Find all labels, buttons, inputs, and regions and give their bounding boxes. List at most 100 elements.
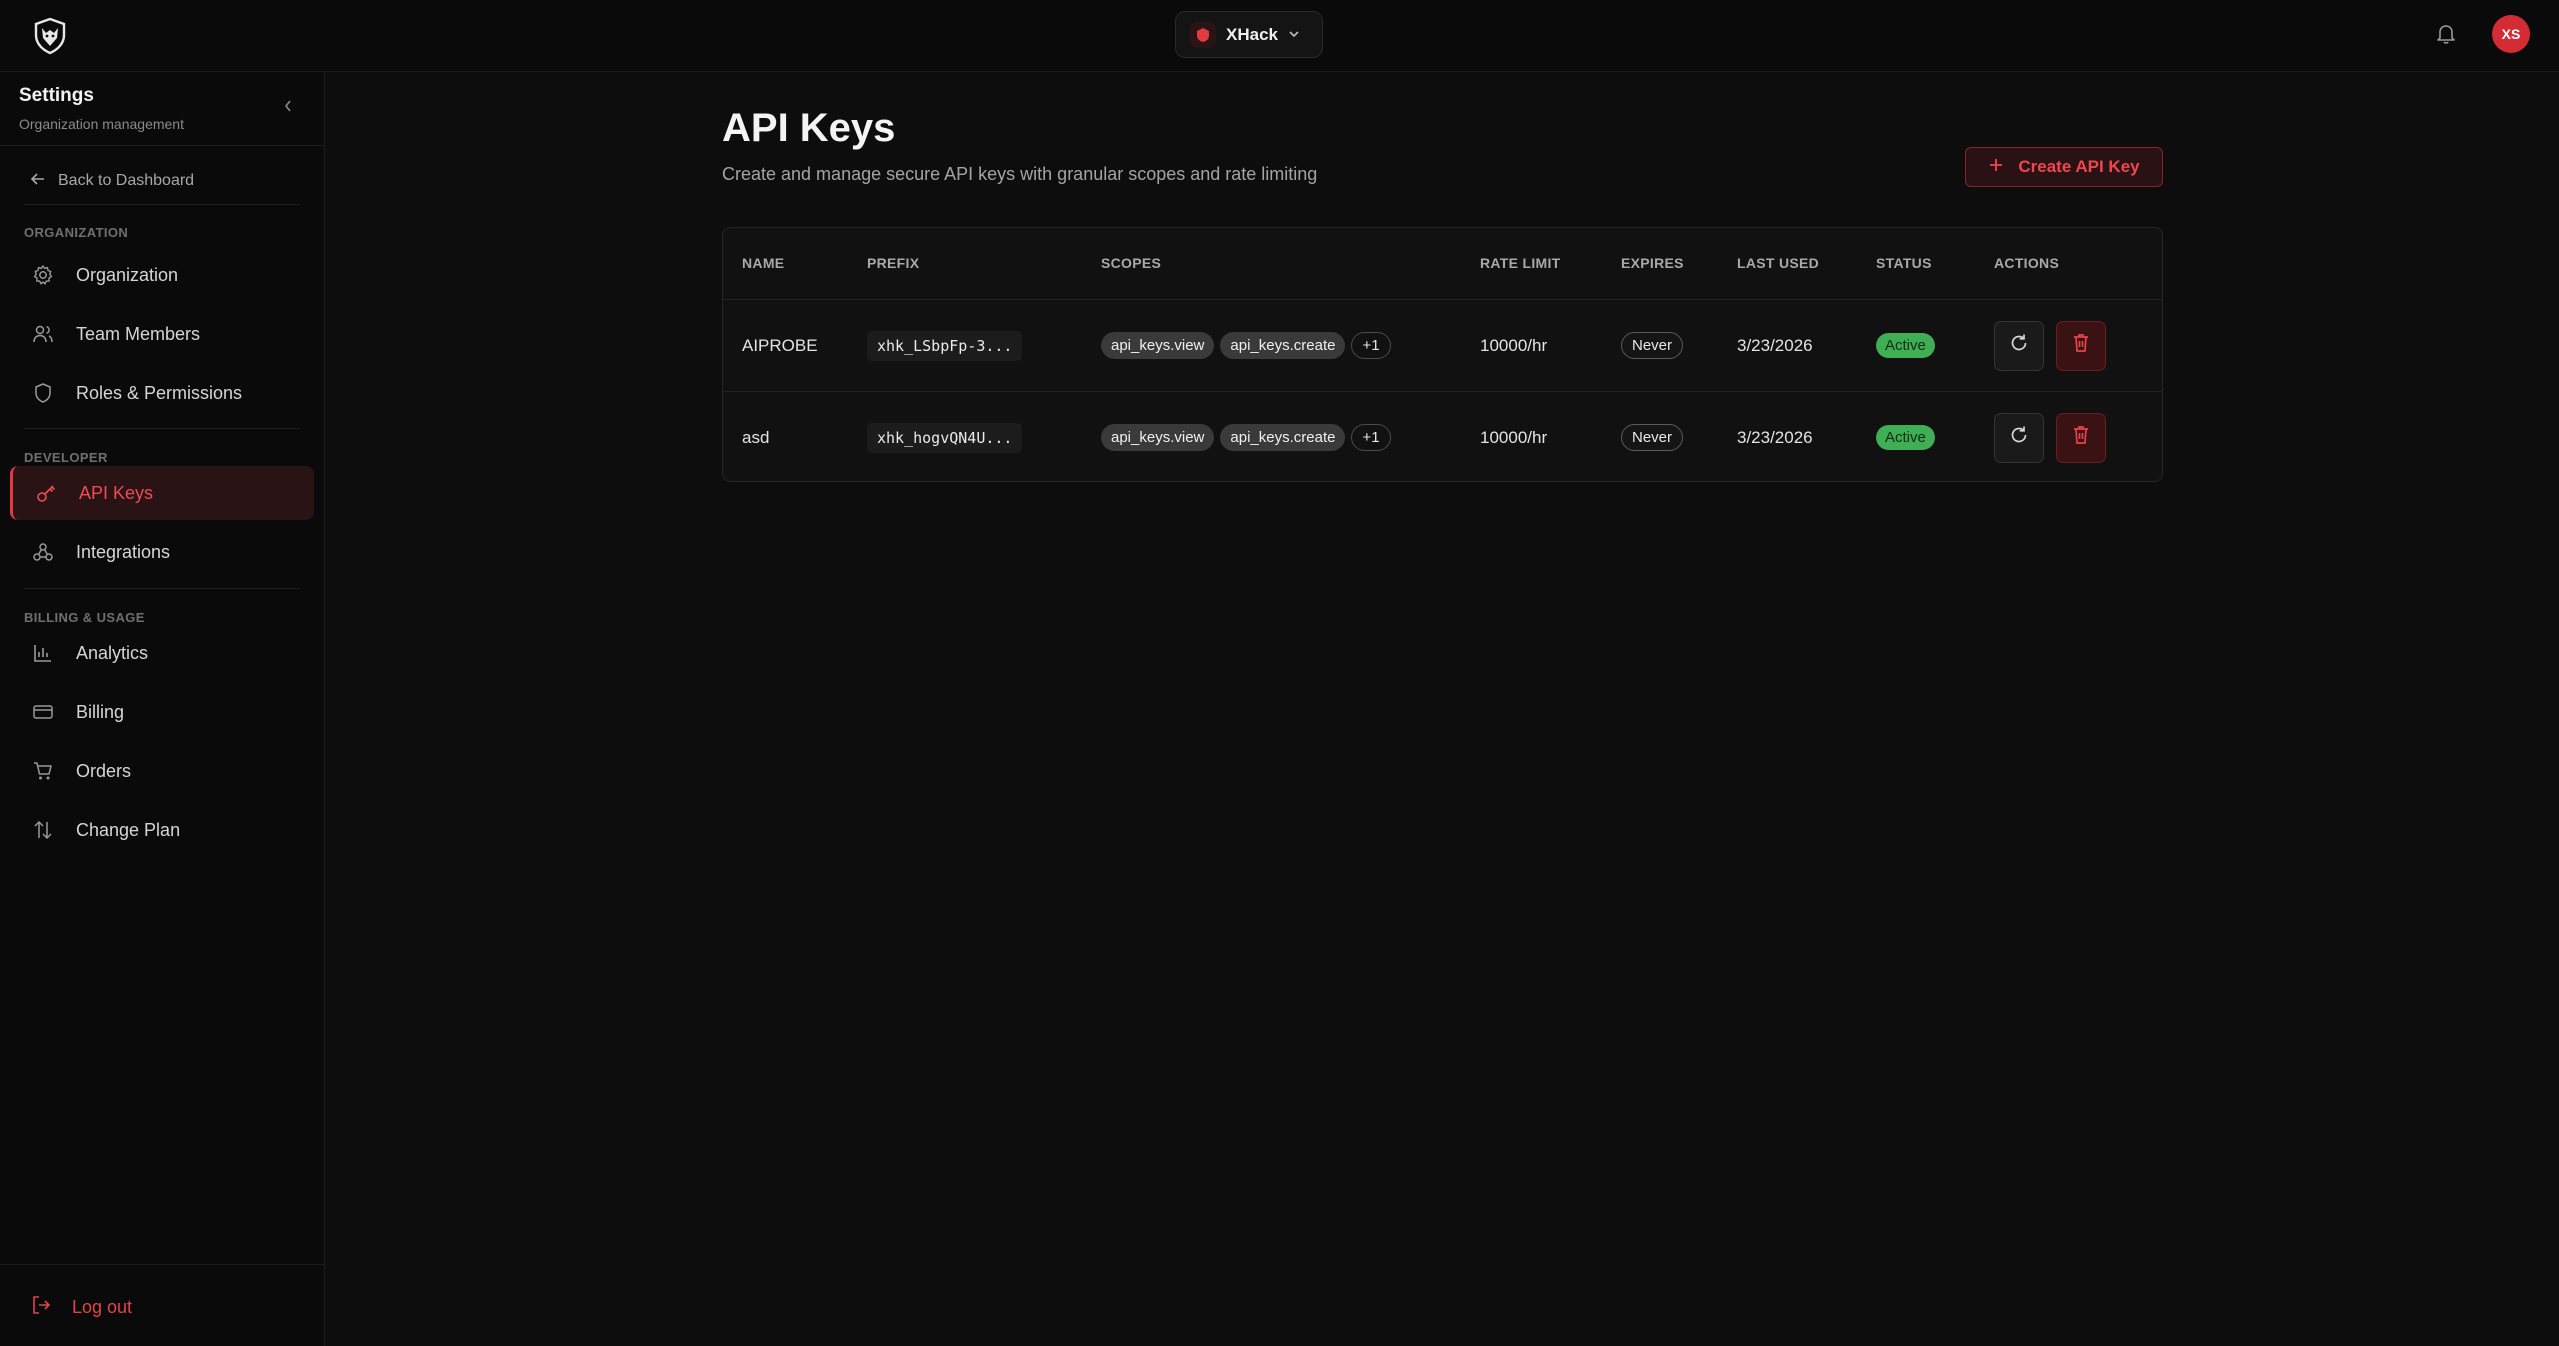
key-prefix: xhk_LSbpFp-3... (867, 330, 1023, 361)
page-title: API Keys (722, 106, 896, 150)
regenerate-key-button[interactable] (1994, 412, 2044, 463)
cart-icon (30, 758, 56, 784)
column-header-last-used: LAST USED (1737, 255, 1820, 271)
section-label-billing-usage: BILLING & USAGE (24, 610, 145, 625)
scope-chip: api_keys.view (1101, 332, 1215, 359)
actions-cell (1994, 392, 2106, 481)
rate-limit: 10000/hr (1480, 335, 1548, 355)
sidebar-item-label: Organization (76, 264, 179, 285)
more-scopes-badge[interactable]: +1 (1351, 424, 1391, 451)
sidebar-item-change-plan[interactable]: Change Plan (10, 803, 314, 857)
divider (0, 1264, 324, 1265)
section-label-organization: ORGANIZATION (24, 225, 129, 240)
key-name: AIPROBE (742, 335, 818, 355)
sidebar-item-team-members[interactable]: Team Members (10, 307, 314, 361)
sidebar-item-billing[interactable]: Billing (10, 685, 314, 739)
more-scopes-badge[interactable]: +1 (1351, 332, 1391, 359)
back-to-dashboard-link[interactable]: Back to Dashboard (30, 166, 194, 196)
sidebar-title: Settings (19, 85, 94, 106)
sidebar-item-label: Orders (76, 760, 132, 781)
arrow-left-icon (30, 172, 46, 191)
page-subtitle: Create and manage secure API keys with g… (722, 164, 1318, 184)
top-bar: XHack XS (0, 0, 2559, 72)
table-row: AIPROBE xhk_LSbpFp-3... api_keys.view ap… (723, 300, 2162, 391)
rate-limit: 10000/hr (1480, 427, 1548, 447)
shield-icon (30, 380, 56, 406)
logout-icon (30, 1294, 52, 1321)
column-header-scopes: SCOPES (1101, 255, 1162, 271)
trash-icon (2071, 332, 2091, 359)
collapse-sidebar-icon[interactable] (278, 96, 298, 116)
sidebar-item-label: Team Members (76, 323, 201, 344)
column-header-rate-limit: RATE LIMIT (1480, 255, 1561, 271)
refresh-icon (2008, 424, 2030, 451)
divider (24, 204, 300, 205)
column-header-name: NAME (742, 255, 785, 271)
sidebar-item-api-keys[interactable]: API Keys (10, 466, 314, 520)
sidebar-item-label: Roles & Permissions (76, 382, 243, 403)
org-logo-icon (1190, 21, 1216, 48)
webhook-icon (30, 539, 56, 565)
arrows-up-down-icon (30, 817, 56, 843)
sidebar-item-label: API Keys (79, 482, 154, 503)
notification-bell-icon[interactable] (2432, 20, 2460, 48)
delete-key-button[interactable] (2056, 412, 2106, 463)
sidebar-subtitle: Organization management (19, 116, 184, 132)
last-used: 3/23/2026 (1737, 335, 1813, 355)
column-header-expires: EXPIRES (1621, 255, 1684, 271)
api-keys-table: NAME PREFIX SCOPES RATE LIMIT EXPIRES LA… (722, 227, 2163, 482)
wolf-logo-icon[interactable] (30, 16, 70, 56)
org-name: XHack (1226, 24, 1278, 44)
sidebar-item-label: Change Plan (76, 819, 181, 840)
scopes-cell: api_keys.view api_keys.create +1 (1101, 392, 1391, 481)
sidebar-item-orders[interactable]: Orders (10, 744, 314, 798)
table-header: NAME PREFIX SCOPES RATE LIMIT EXPIRES LA… (723, 228, 2162, 300)
expires-badge: Never (1621, 424, 1684, 451)
sidebar-header: Settings Organization management (0, 72, 324, 146)
create-api-key-button[interactable]: Create API Key (1965, 147, 2163, 187)
scopes-cell: api_keys.view api_keys.create +1 (1101, 300, 1391, 391)
key-icon (33, 480, 59, 506)
chevron-down-icon (1288, 25, 1300, 45)
status-badge: Active (1876, 333, 1935, 358)
status-badge: Active (1876, 425, 1935, 450)
sidebar-item-label: Billing (76, 701, 125, 722)
key-prefix: xhk_hogvQN4U... (867, 422, 1023, 453)
settings-sidebar: Settings Organization management Back to… (0, 72, 325, 1346)
sidebar-item-integrations[interactable]: Integrations (10, 525, 314, 579)
credit-card-icon (30, 699, 56, 725)
column-header-status: STATUS (1876, 255, 1932, 271)
sidebar-item-analytics[interactable]: Analytics (10, 626, 314, 680)
divider (24, 588, 300, 589)
last-used: 3/23/2026 (1737, 427, 1813, 447)
scope-chip: api_keys.view (1101, 424, 1215, 451)
plus-icon (1988, 157, 2004, 178)
create-api-key-label: Create API Key (2018, 157, 2140, 176)
actions-cell (1994, 300, 2106, 391)
scope-chip: api_keys.create (1220, 424, 1346, 451)
user-avatar[interactable]: XS (2492, 15, 2530, 53)
gear-icon (30, 262, 56, 288)
expires-badge: Never (1621, 332, 1684, 359)
users-icon (30, 321, 56, 347)
scope-chip: api_keys.create (1220, 332, 1346, 359)
sidebar-item-label: Analytics (76, 642, 149, 663)
bar-chart-icon (30, 640, 56, 666)
section-label-developer: DEVELOPER (24, 450, 108, 465)
divider (24, 428, 300, 429)
sidebar-item-label: Integrations (76, 541, 171, 562)
delete-key-button[interactable] (2056, 320, 2106, 371)
column-header-actions: ACTIONS (1994, 255, 2060, 271)
trash-icon (2071, 424, 2091, 451)
sidebar-item-organization[interactable]: Organization (10, 248, 314, 302)
regenerate-key-button[interactable] (1994, 320, 2044, 371)
sidebar-item-roles-permissions[interactable]: Roles & Permissions (10, 366, 314, 420)
logout-label: Log out (72, 1296, 133, 1317)
table-row: asd xhk_hogvQN4U... api_keys.view api_ke… (723, 391, 2162, 481)
refresh-icon (2008, 332, 2030, 359)
logout-button[interactable]: Log out (30, 1292, 132, 1322)
back-to-dashboard-label: Back to Dashboard (58, 172, 195, 189)
key-name: asd (742, 427, 770, 447)
org-switcher[interactable]: XHack (1175, 11, 1323, 58)
column-header-prefix: PREFIX (867, 255, 920, 271)
